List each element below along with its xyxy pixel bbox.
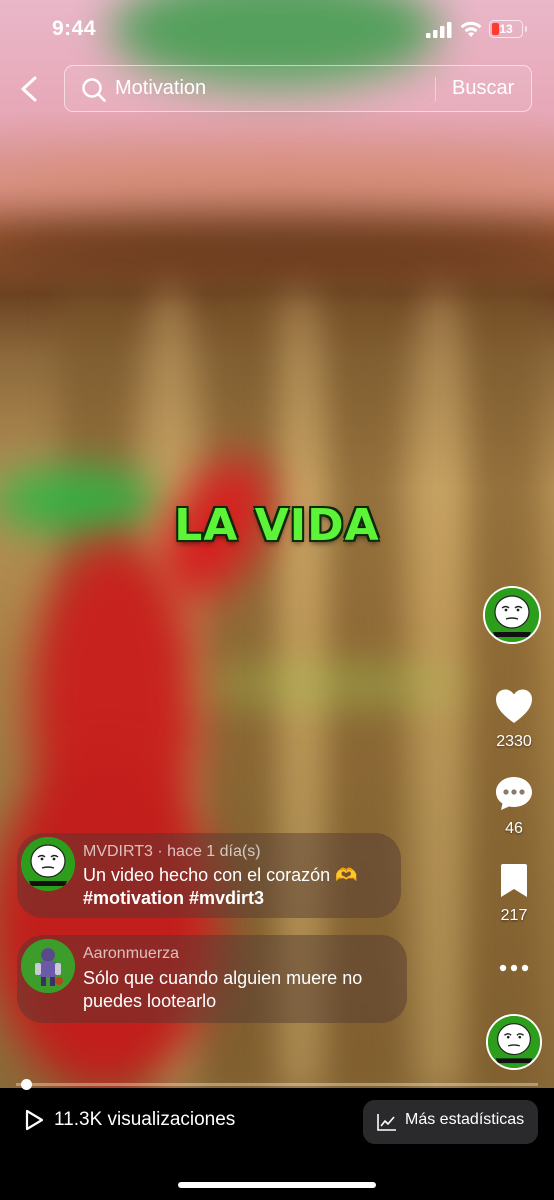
heart-icon (496, 689, 532, 723)
caption-hashtags[interactable]: #motivation #mvdirt3 (83, 888, 264, 909)
like-button[interactable]: 2330 (484, 688, 544, 751)
meme-face-author-image (21, 837, 75, 891)
author-avatar[interactable] (21, 837, 75, 891)
status-time: 9:44 (52, 17, 97, 40)
views-counter[interactable]: 11.3K visualizaciones (22, 1108, 235, 1132)
bookmark-icon (501, 864, 527, 897)
more-stats-label: Más estadísticas (405, 1111, 525, 1128)
creator-avatar[interactable] (483, 586, 541, 644)
battery-level: 13 (499, 22, 513, 36)
play-icon (25, 1109, 44, 1131)
caption-text: Un video hecho con el corazón 🫶 (83, 865, 358, 885)
chart-icon (377, 1114, 396, 1131)
search-divider (435, 77, 436, 101)
video-progress-bar[interactable] (16, 1079, 538, 1090)
meme-face-avatar-image (485, 588, 539, 642)
bookmark-button[interactable]: 217 (484, 862, 544, 925)
commenter-name[interactable]: Aaronmuerza (83, 945, 179, 963)
sound-avatar[interactable] (486, 1014, 542, 1070)
back-icon (21, 76, 37, 102)
bottom-bar: 11.3K visualizaciones Más estadísticas (0, 1090, 554, 1200)
more-icon (499, 964, 529, 972)
search-icon (82, 78, 106, 102)
character-avatar-image (21, 939, 75, 993)
caption-bubble[interactable]: MVDIRT3 · hace 1 día(s) Un video hecho c… (17, 833, 401, 918)
commenter-avatar[interactable] (21, 939, 75, 993)
comment-bubble[interactable]: Aaronmuerza Sólo que cuando alguien muer… (17, 935, 407, 1023)
video-overlay-caption: LA VIDA (174, 500, 380, 551)
battery-indicator: 13 (489, 20, 527, 38)
progress-thumb[interactable] (21, 1079, 33, 1090)
comment-icon (496, 777, 532, 810)
search-query[interactable]: Motivation (115, 77, 206, 100)
comment-text-line-2: puedes lootearlo (83, 991, 217, 1011)
home-indicator[interactable] (178, 1182, 376, 1188)
comment-button[interactable]: 46 (484, 775, 544, 838)
more-options-button[interactable] (484, 958, 544, 983)
meme-face-sound-image (488, 1016, 540, 1068)
views-label: 11.3K visualizaciones (54, 1109, 236, 1131)
more-stats-button[interactable]: Más estadísticas (363, 1100, 538, 1144)
back-button[interactable] (14, 72, 46, 106)
bookmark-count: 217 (500, 907, 528, 924)
comment-text-line-1: Sólo que cuando alguien muere no (83, 968, 363, 988)
cellular-signal-icon (426, 22, 452, 38)
caption-author-meta[interactable]: MVDIRT3 · hace 1 día(s) (83, 843, 261, 861)
search-button[interactable]: Buscar (452, 77, 514, 100)
comment-count: 46 (505, 820, 523, 837)
like-count: 2330 (496, 733, 532, 750)
wifi-icon (460, 21, 482, 37)
search-bar[interactable]: Motivation Buscar (64, 65, 532, 112)
status-bar: 9:44 13 (0, 0, 554, 60)
